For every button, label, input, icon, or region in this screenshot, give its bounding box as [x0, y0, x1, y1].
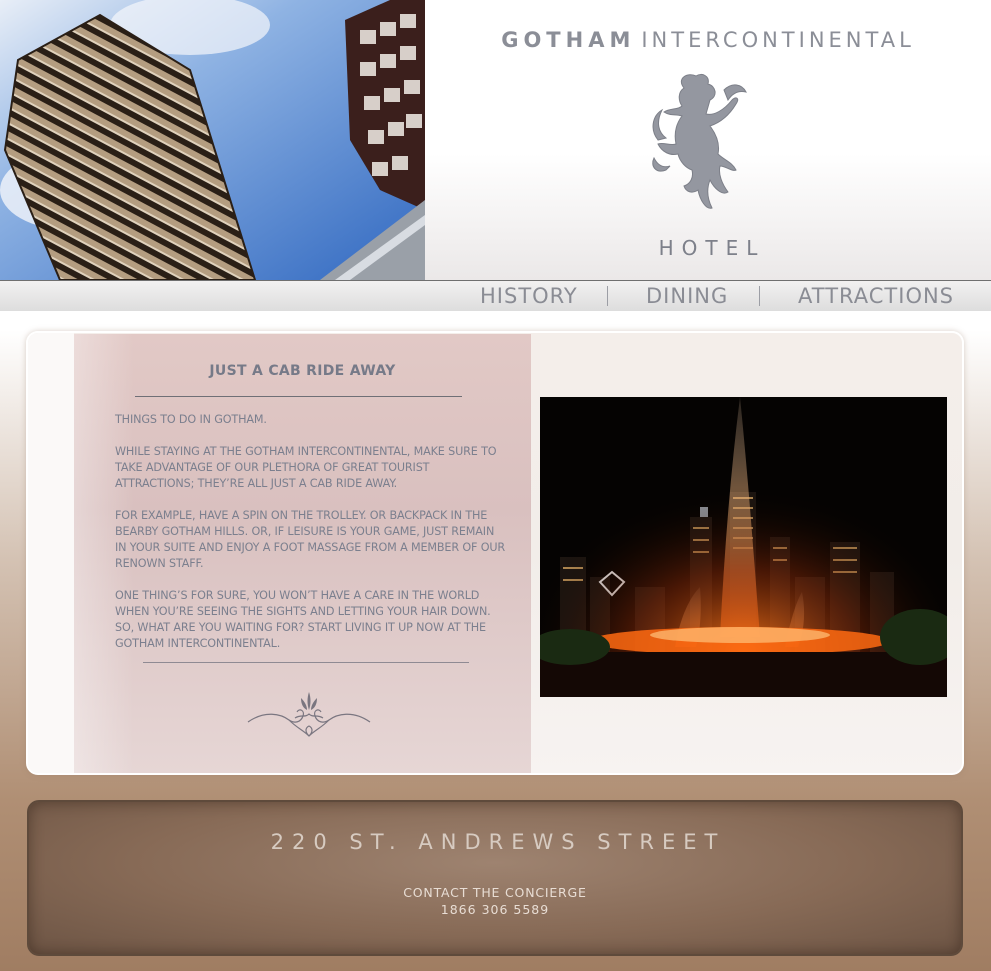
- nav-divider: [759, 286, 760, 306]
- site-footer: [27, 800, 963, 956]
- paragraph: FOR EXAMPLE, HAVE A SPIN ON THE TROLLEY.…: [115, 509, 506, 570]
- night-skyline-image: [540, 397, 947, 697]
- flourish-ornament-icon: [247, 692, 371, 737]
- nav-item-history[interactable]: HISTORY: [480, 284, 578, 308]
- contact-concierge-link[interactable]: CONTACT THE CONCIERGE: [27, 885, 963, 900]
- brand-subtitle: HOTEL: [658, 236, 766, 260]
- brand-name-bold: GOTHAM: [501, 28, 636, 52]
- nav-item-attractions[interactable]: ATTRACTIONS: [798, 284, 954, 308]
- nav-divider: [607, 286, 608, 306]
- buckingham-fountain-photo: [540, 397, 947, 697]
- paragraph: WHILE STAYING AT THE GOTHAM INTERCONTINE…: [115, 445, 497, 490]
- main-nav: HISTORY DINING ATTRACTIONS: [0, 281, 991, 311]
- paragraph: ONE THING’S FOR SURE, YOU WON’T HAVE A C…: [115, 589, 491, 650]
- body-divider: [143, 662, 469, 663]
- hotel-tower-image: [0, 0, 425, 280]
- site-header: GOTHAM INTERCONTINENTAL HOTEL: [0, 0, 991, 281]
- title-divider: [135, 396, 462, 397]
- paragraph: THINGS TO DO IN GOTHAM.: [115, 413, 267, 426]
- article-body: THINGS TO DO IN GOTHAM. WHILE STAYING AT…: [115, 412, 507, 668]
- concierge-phone[interactable]: 1866 306 5589: [27, 902, 963, 917]
- rampant-lion-icon: [652, 73, 747, 209]
- brand-name: GOTHAM INTERCONTINENTAL: [425, 28, 991, 52]
- brand-name-light: INTERCONTINENTAL: [641, 28, 915, 52]
- card-left-strip: [28, 333, 74, 773]
- nav-item-dining[interactable]: DINING: [646, 284, 728, 308]
- hotel-tower-photo: [0, 0, 425, 280]
- page-title: JUST A CAB RIDE AWAY: [209, 363, 396, 379]
- hotel-address: 220 ST. ANDREWS STREET: [270, 830, 726, 854]
